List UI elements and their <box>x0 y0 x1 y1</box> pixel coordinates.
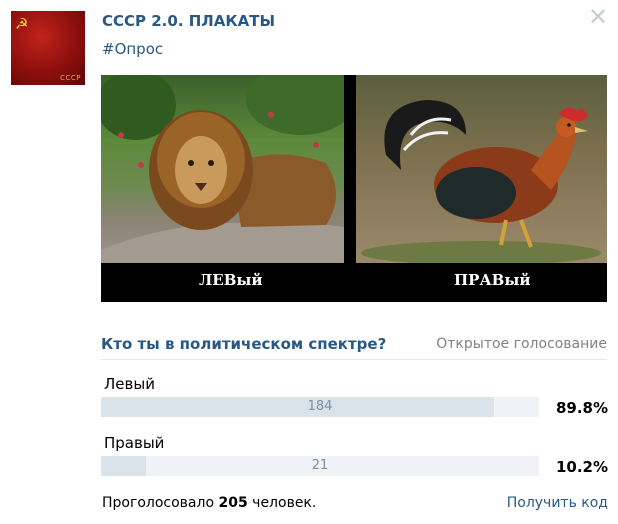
close-icon[interactable]: ✕ <box>587 5 609 29</box>
get-code-link[interactable]: Получить код <box>507 495 608 511</box>
rooster-illustration <box>361 100 601 263</box>
poll-option-percent: 10.2% <box>555 458 608 476</box>
poll-option-bar-left[interactable]: 184 <box>101 397 539 417</box>
rooster-photo <box>356 75 607 263</box>
poll-total-suffix: человек. <box>247 495 317 511</box>
poll-question: Кто ты в политическом спектре? <box>101 335 387 353</box>
avatar-tag: СССР <box>60 74 81 82</box>
right-caption: ПРАВый <box>454 271 531 289</box>
poll-header: Кто ты в политическом спектре? Открытое … <box>101 335 607 360</box>
hammer-sickle-icon: ☭ <box>15 15 29 33</box>
poll-option-label: Правый <box>104 434 165 452</box>
lion-illustration <box>101 75 344 263</box>
left-caption: ЛЕВый <box>199 271 263 289</box>
group-avatar[interactable]: ☭ СССР <box>11 11 85 85</box>
group-name-link[interactable]: СССР 2.0. ПЛАКАТЫ <box>102 12 275 30</box>
poll-total-prefix: Проголосовало <box>102 495 219 511</box>
lion-photo <box>101 75 344 263</box>
poll-option-percent: 89.8% <box>555 399 608 417</box>
hashtag-link[interactable]: #Опрос <box>102 40 163 58</box>
poll-option-votes: 184 <box>307 399 333 414</box>
poll-total-count: 205 <box>218 495 248 511</box>
poster-divider <box>344 75 356 263</box>
poll-option-bar-right[interactable]: 21 <box>101 456 539 476</box>
poll-type: Открытое голосование <box>436 336 607 352</box>
poll-total: Проголосовало 205 человек. <box>102 495 316 511</box>
poll-option-label: Левый <box>104 375 155 393</box>
poster-image[interactable]: ЛЕВый ПРАВый <box>101 75 607 302</box>
poll-option-votes: 21 <box>311 458 329 473</box>
